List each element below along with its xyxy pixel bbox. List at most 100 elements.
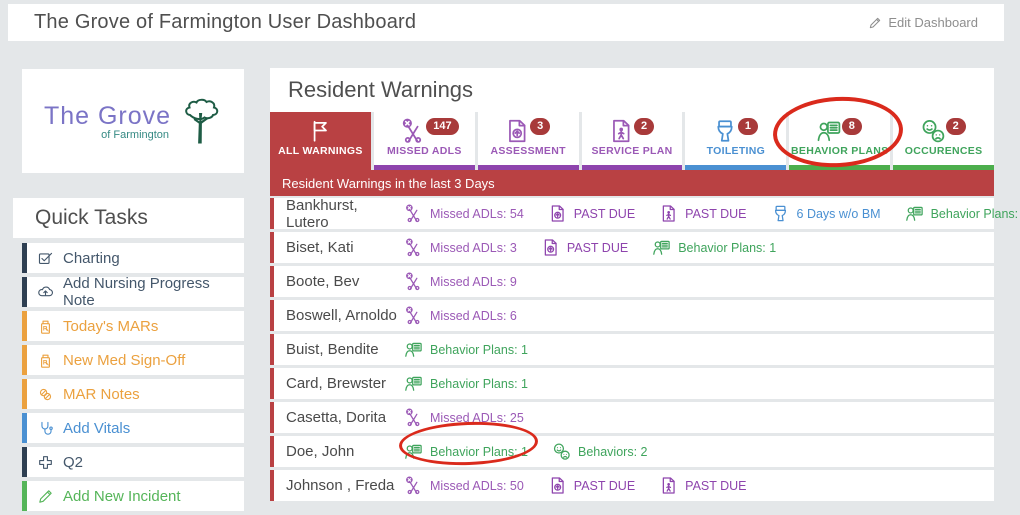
service-plan-icon	[659, 204, 678, 223]
tab-label: BEHAVIOR PLANS	[791, 145, 889, 157]
tab-toileting[interactable]: 1 TOILETING	[685, 112, 787, 170]
warning-assessment[interactable]: PAST DUE	[548, 204, 635, 223]
resident-name[interactable]: Card, Brewster	[286, 375, 404, 392]
quick-task-charting[interactable]: Charting	[22, 243, 244, 273]
facility-logo: The Grove of Farmington	[22, 69, 244, 173]
resident-name[interactable]: Doe, John	[286, 443, 404, 460]
header-bar: The Grove of Farmington User Dashboard E…	[8, 4, 1004, 41]
toilet-icon	[712, 118, 738, 144]
tab-all-warnings[interactable]: ALL WARNINGS	[270, 112, 371, 170]
assessment-icon	[504, 118, 530, 144]
quick-task-label: MAR Notes	[63, 385, 140, 403]
quick-task-label: Today's MARs	[63, 317, 159, 335]
quick-tasks-title: Quick Tasks	[35, 206, 148, 229]
resident-name[interactable]: Johnson , Freda	[286, 477, 404, 494]
quick-task-mar-notes[interactable]: MAR Notes	[22, 379, 244, 409]
quick-task-today-s-mars[interactable]: R Today's MARs	[22, 311, 244, 341]
warning-missed-adls[interactable]: Missed ADLs: 54	[404, 204, 524, 223]
service-plan-icon	[659, 476, 678, 495]
missed-adls-icon	[404, 408, 423, 427]
warning-service-plan[interactable]: PAST DUE	[659, 476, 747, 495]
warning-label: Missed ADLs: 6	[430, 308, 517, 323]
warning-behaviors[interactable]: Behaviors: 2	[552, 442, 647, 461]
quick-task-add-vitals[interactable]: Add Vitals	[22, 413, 244, 443]
warning-missed-adls[interactable]: Missed ADLs: 50	[404, 476, 524, 495]
resident-name[interactable]: Biset, Kati	[286, 239, 404, 256]
warning-label: Behavior Plans: 4	[930, 206, 1020, 221]
warning-label: Missed ADLs: 50	[430, 478, 524, 493]
tab-badge: 147	[426, 118, 459, 135]
warning-assessment[interactable]: PAST DUE	[541, 238, 628, 257]
resident-name[interactable]: Boote, Bev	[286, 273, 404, 290]
tree-icon	[178, 95, 222, 147]
toilet-icon	[771, 204, 790, 223]
resident-name[interactable]: Bankhurst, Lutero	[286, 197, 404, 231]
tab-label: SERVICE PLAN	[591, 145, 673, 157]
pencil-icon	[868, 16, 882, 30]
tab-occurences[interactable]: 2 OCCURENCES	[893, 112, 995, 170]
logo-wordmark: The Grove of Farmington	[44, 102, 171, 141]
tab-missed-adls[interactable]: 147 MISSED ADLS	[373, 112, 475, 170]
quick-task-add-new-incident[interactable]: Add New Incident	[22, 481, 244, 511]
warning-label: PAST DUE	[566, 240, 629, 255]
warning-toileting[interactable]: 6 Days w/o BM	[771, 204, 881, 223]
resident-row-boswell-arnoldo: Boswell, Arnoldo Missed ADLs: 6	[270, 300, 994, 331]
faces-icon	[920, 118, 946, 144]
quick-task-new-med-sign-off[interactable]: R New Med Sign-Off	[22, 345, 244, 375]
warning-service-plan[interactable]: PAST DUE	[659, 204, 747, 223]
warning-missed-adls[interactable]: Missed ADLs: 6	[404, 306, 517, 325]
warning-label: Missed ADLs: 3	[430, 240, 517, 255]
stethoscope-icon	[37, 420, 54, 437]
quick-task-add-nursing-progress-note[interactable]: Add Nursing Progress Note	[22, 275, 244, 309]
quick-task-label: Add New Incident	[63, 487, 181, 505]
assessment-icon	[541, 238, 560, 257]
missed-adls-icon	[400, 118, 426, 144]
resident-name[interactable]: Boswell, Arnoldo	[286, 307, 404, 324]
warning-behavior-plans[interactable]: Behavior Plans: 1	[404, 374, 528, 393]
resident-name[interactable]: Casetta, Dorita	[286, 409, 404, 426]
tab-assessment[interactable]: 3 ASSESSMENT	[477, 112, 579, 170]
warning-behavior-plans[interactable]: Behavior Plans: 4	[905, 204, 1020, 223]
behavior-plans-icon	[404, 340, 423, 359]
resident-row-biset-kati: Biset, Kati Missed ADLs: 3 PAST DUE Behavio…	[270, 232, 994, 263]
warning-label: Behaviors: 2	[577, 444, 648, 459]
behavior-plans-icon	[404, 374, 423, 393]
warnings-period-banner: Resident Warnings in the last 3 Days	[270, 170, 994, 196]
resident-row-boote-bev: Boote, Bev Missed ADLs: 9	[270, 266, 994, 297]
flag-icon	[307, 118, 333, 144]
logo-name: The Grove	[43, 101, 172, 130]
plus-icon	[37, 454, 54, 471]
missed-adls-icon	[404, 306, 423, 325]
warning-missed-adls[interactable]: Missed ADLs: 9	[404, 272, 517, 291]
quick-task-label: New Med Sign-Off	[63, 351, 186, 369]
quick-task-q2[interactable]: Q2	[22, 447, 244, 477]
behavior-plans-icon	[816, 118, 842, 144]
pencil-icon	[37, 488, 54, 505]
missed-adls-icon	[404, 204, 423, 223]
warning-missed-adls[interactable]: Missed ADLs: 3	[404, 238, 517, 257]
resident-row-johnson-freda: Johnson , Freda Missed ADLs: 50 PAST DUE PA…	[270, 470, 994, 501]
warning-assessment[interactable]: PAST DUE	[548, 476, 635, 495]
behavior-plans-icon	[905, 204, 924, 223]
quick-task-label: Charting	[63, 249, 120, 267]
assessment-icon	[548, 476, 567, 495]
warning-behavior-plans[interactable]: Behavior Plans: 1	[652, 238, 776, 257]
tab-badge: 8	[841, 118, 862, 135]
resident-warnings-panel-header: Resident Warnings	[270, 68, 994, 112]
warning-behavior-plans[interactable]: Behavior Plans: 1	[404, 442, 528, 461]
quick-task-label: Add Vitals	[63, 419, 131, 437]
rx-bottle-icon: R	[37, 352, 54, 369]
cloud-upload-icon	[37, 284, 54, 301]
tab-service-plan[interactable]: 2 SERVICE PLAN	[581, 112, 683, 170]
behavior-plans-icon	[404, 442, 423, 461]
resident-name[interactable]: Buist, Bendite	[286, 341, 404, 358]
warning-missed-adls[interactable]: Missed ADLs: 25	[404, 408, 524, 427]
quick-task-label: Q2	[63, 453, 84, 471]
tab-behavior-plans[interactable]: 8 BEHAVIOR PLANS	[789, 112, 891, 170]
resident-warnings-title: Resident Warnings	[288, 77, 474, 102]
tab-badge: 2	[945, 118, 966, 135]
edit-dashboard-button[interactable]: Edit Dashboard	[868, 15, 978, 30]
warning-behavior-plans[interactable]: Behavior Plans: 1	[404, 340, 528, 359]
quick-task-label: Add Nursing Progress Note	[63, 275, 210, 309]
warning-label: Missed ADLs: 9	[430, 274, 517, 289]
